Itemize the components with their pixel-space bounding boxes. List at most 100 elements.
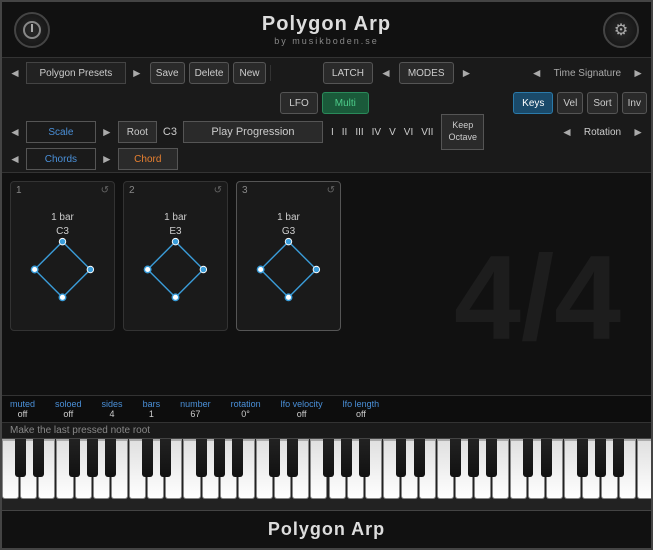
scale-label: Scale <box>26 121 96 143</box>
rotation-section: ◄ Rotation ► <box>558 125 647 139</box>
chord-card-2[interactable]: 2 ↺ 1 barE3 <box>123 181 228 331</box>
black-key-3[interactable] <box>69 439 80 477</box>
inv-button[interactable]: Inv <box>622 92 647 114</box>
diamond-container-2 <box>124 209 227 330</box>
black-key-7[interactable] <box>142 439 153 477</box>
black-key-5[interactable] <box>105 439 116 477</box>
chord-card-3[interactable]: 3 ↺ 1 barG3 <box>236 181 341 331</box>
sort-button[interactable]: Sort <box>587 92 617 114</box>
lfo-button[interactable]: LFO <box>280 92 317 114</box>
roman-numeral-VII[interactable]: VII <box>419 125 435 140</box>
app-subtitle: by musikboden.se <box>50 36 603 46</box>
black-key-4[interactable] <box>87 439 98 477</box>
app-container: Polygon Arp by musikboden.se ⚙ ◄ Polygon… <box>0 0 653 550</box>
play-progression-button[interactable]: Play Progression <box>183 121 323 143</box>
gear-button[interactable]: ⚙ <box>603 12 639 48</box>
scale-prev-button[interactable]: ◄ <box>6 125 24 139</box>
card-num-1: 1 <box>16 185 22 196</box>
chord-button[interactable]: Chord <box>118 148 178 170</box>
diamond-container-3 <box>237 209 340 330</box>
black-key-11[interactable] <box>214 439 225 477</box>
latch-button[interactable]: LATCH <box>323 62 373 84</box>
preset-prev-button[interactable]: ◄ <box>6 66 24 80</box>
black-key-26[interactable] <box>486 439 497 477</box>
root-note: C3 <box>159 126 181 138</box>
status-muted: mutedoff <box>10 399 35 419</box>
black-key-17[interactable] <box>323 439 334 477</box>
status-rotation: rotation0° <box>231 399 261 419</box>
status-bars: bars1 <box>143 399 161 419</box>
time-sig-next-button[interactable]: ► <box>629 66 647 80</box>
status-soloed: soloedoff <box>55 399 82 419</box>
roman-numeral-I[interactable]: I <box>329 125 336 140</box>
black-key-18[interactable] <box>341 439 352 477</box>
card-refresh-1[interactable]: ↺ <box>101 185 109 196</box>
delete-button[interactable]: Delete <box>189 62 230 84</box>
root-button[interactable]: Root <box>118 121 157 143</box>
black-key-8[interactable] <box>160 439 171 477</box>
modes-next-button[interactable]: ► <box>458 66 476 80</box>
toolbar-row-2: LFO Multi Keys Vel Sort Inv <box>2 88 651 118</box>
chord-card-1[interactable]: 1 ↺ 1 barC3 <box>10 181 115 331</box>
black-key-12[interactable] <box>232 439 243 477</box>
new-button[interactable]: New <box>233 62 265 84</box>
black-key-33[interactable] <box>613 439 624 477</box>
black-key-32[interactable] <box>595 439 606 477</box>
black-key-15[interactable] <box>287 439 298 477</box>
diamond-1 <box>30 237 95 302</box>
chords-next-button[interactable]: ► <box>98 152 116 166</box>
preset-label: Polygon Presets <box>26 62 126 84</box>
card-num-3: 3 <box>242 185 248 196</box>
black-key-1[interactable] <box>33 439 44 477</box>
power-icon <box>23 21 41 39</box>
app-title-section: Polygon Arp by musikboden.se <box>50 13 603 46</box>
time-sig-prev-button[interactable]: ◄ <box>528 66 546 80</box>
keep-octave-button[interactable]: Keep Octave <box>441 114 484 150</box>
keys-button[interactable]: Keys <box>513 92 553 114</box>
black-key-10[interactable] <box>196 439 207 477</box>
multi-button[interactable]: Multi <box>322 92 369 114</box>
card-header-1: 1 ↺ <box>11 182 114 199</box>
header: Polygon Arp by musikboden.se ⚙ <box>2 2 651 58</box>
modes-button[interactable]: MODES <box>399 62 454 84</box>
white-key-35[interactable] <box>637 439 651 499</box>
save-button[interactable]: Save <box>150 62 185 84</box>
modes-prev-button[interactable]: ◄ <box>377 66 395 80</box>
black-key-21[interactable] <box>396 439 407 477</box>
black-key-29[interactable] <box>541 439 552 477</box>
main-area: 4/4 1 ↺ 1 barC3 <box>2 173 651 395</box>
rotation-next-button[interactable]: ► <box>629 125 647 139</box>
roman-numeral-II[interactable]: II <box>340 125 350 140</box>
chords-label: Chords <box>26 148 96 170</box>
card-header-2: 2 ↺ <box>124 182 227 199</box>
black-key-28[interactable] <box>523 439 534 477</box>
diamond-3 <box>256 237 321 302</box>
vel-button[interactable]: Vel <box>557 92 583 114</box>
status-bar: mutedoffsoloedoffsides4bars1number67rota… <box>2 395 651 422</box>
preset-next-button[interactable]: ► <box>128 66 146 80</box>
power-button[interactable] <box>14 12 50 48</box>
black-key-14[interactable] <box>269 439 280 477</box>
roman-numeral-V[interactable]: V <box>387 125 398 140</box>
black-key-31[interactable] <box>577 439 588 477</box>
chords-row: ◄ Chords ► Chord <box>2 146 651 172</box>
black-key-19[interactable] <box>359 439 370 477</box>
black-key-25[interactable] <box>468 439 479 477</box>
gear-icon: ⚙ <box>614 20 628 40</box>
roman-numeral-VI[interactable]: VI <box>402 125 415 140</box>
card-refresh-3[interactable]: ↺ <box>327 185 335 196</box>
separator-1 <box>270 65 271 81</box>
bottom-title: Polygon Arp <box>2 510 651 548</box>
scale-next-button[interactable]: ► <box>98 125 116 139</box>
card-refresh-2[interactable]: ↺ <box>214 185 222 196</box>
black-key-22[interactable] <box>414 439 425 477</box>
chords-prev-button[interactable]: ◄ <box>6 152 24 166</box>
rotation-prev-button[interactable]: ◄ <box>558 125 576 139</box>
roman-numeral-III[interactable]: III <box>353 125 365 140</box>
rotation-label: Rotation <box>578 127 627 138</box>
black-key-24[interactable] <box>450 439 461 477</box>
roman-numeral-IV[interactable]: IV <box>370 125 383 140</box>
black-key-0[interactable] <box>15 439 26 477</box>
status-number: number67 <box>180 399 211 419</box>
lfo-section: LFO Multi <box>140 92 509 114</box>
